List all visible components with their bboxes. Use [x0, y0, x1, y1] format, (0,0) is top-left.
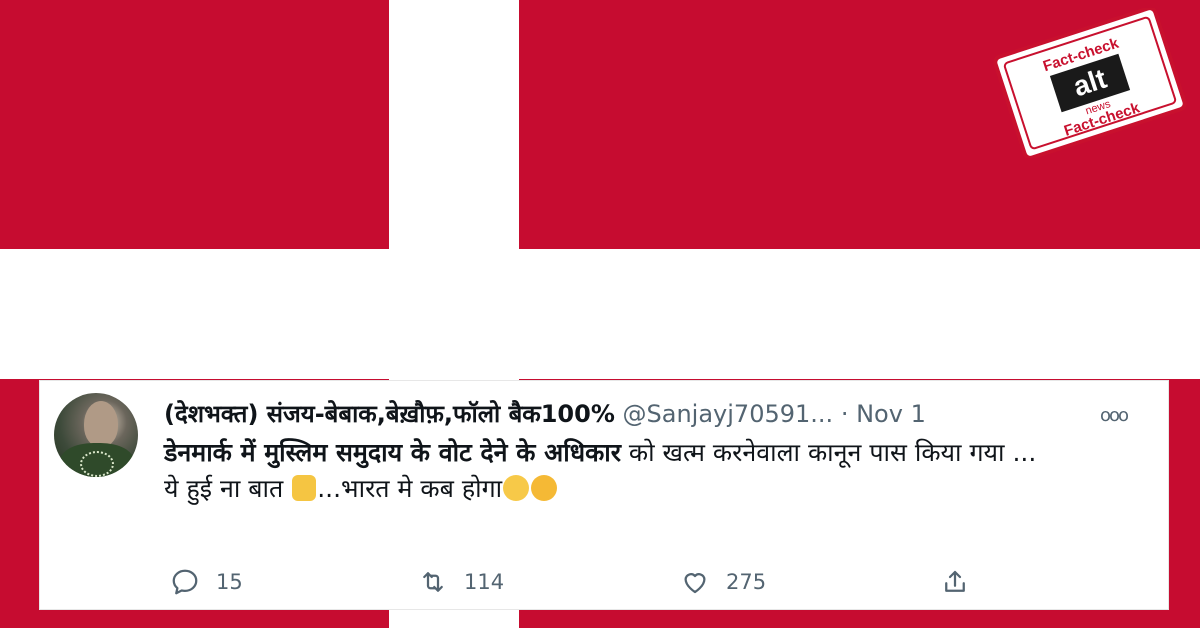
reply-count: 15 [216, 570, 243, 594]
tweet-line-2-start: ये हुई ना बात [164, 474, 292, 503]
tweet-line-1: डेनमार्क में मुस्लिम समुदाय के वोट देने … [164, 435, 1124, 471]
tweet-actions: 15 114 275 [164, 567, 1024, 599]
header-separator: · [840, 400, 849, 428]
user-handle[interactable]: @Sanjayj70591... [623, 400, 834, 428]
tweet-date[interactable]: Nov 1 [856, 400, 926, 428]
tweet-text: डेनमार्क में मुस्लिम समुदाय के वोट देने … [164, 435, 1124, 507]
like-button[interactable]: 275 [680, 567, 766, 597]
tweet-header: (देशभक्त) संजय-बेबाक,बेख़ौफ़,फॉलो बैक100… [164, 397, 1154, 430]
thinking-face-icon [531, 475, 558, 501]
tweet-card[interactable]: (देशभक्त) संजय-बेबाक,बेख़ौफ़,फॉलो बैक100… [40, 381, 1168, 609]
tweet-text-bold: डेनमार्क में मुस्लिम समुदाय के वोट देने … [164, 438, 621, 467]
share-button[interactable] [940, 567, 970, 597]
reply-button[interactable]: 15 [170, 567, 243, 597]
more-options-icon[interactable]: ooo [1100, 405, 1129, 426]
retweet-button[interactable]: 114 [418, 567, 504, 597]
avatar[interactable] [54, 393, 138, 477]
like-count: 275 [726, 570, 767, 594]
avatar-face [84, 401, 118, 447]
fact-check-stamp: Fact-check alt news Fact-check [990, 8, 1190, 158]
share-icon [945, 570, 965, 592]
rolling-eyes-icon [503, 475, 530, 501]
avatar-emblem-icon [80, 451, 114, 477]
tweet-line-2: ये हुई ना बात ...भारत मे कब होगा [164, 471, 1124, 507]
display-name[interactable]: (देशभक्त) संजय-बेबाक,बेख़ौफ़,फॉलो बैक100… [164, 400, 615, 428]
retweet-icon [423, 572, 443, 592]
flag-red-top-left [0, 0, 389, 249]
tweet-line-2-mid: ...भारत मे कब होगा [317, 474, 503, 503]
thumbs-up-icon [292, 475, 317, 501]
retweet-count: 114 [464, 570, 505, 594]
heart-icon [684, 573, 706, 594]
tweet-text-rest: को खत्म करनेवाला कानून पास किया गया ... [620, 438, 1037, 467]
reply-icon [172, 569, 198, 595]
